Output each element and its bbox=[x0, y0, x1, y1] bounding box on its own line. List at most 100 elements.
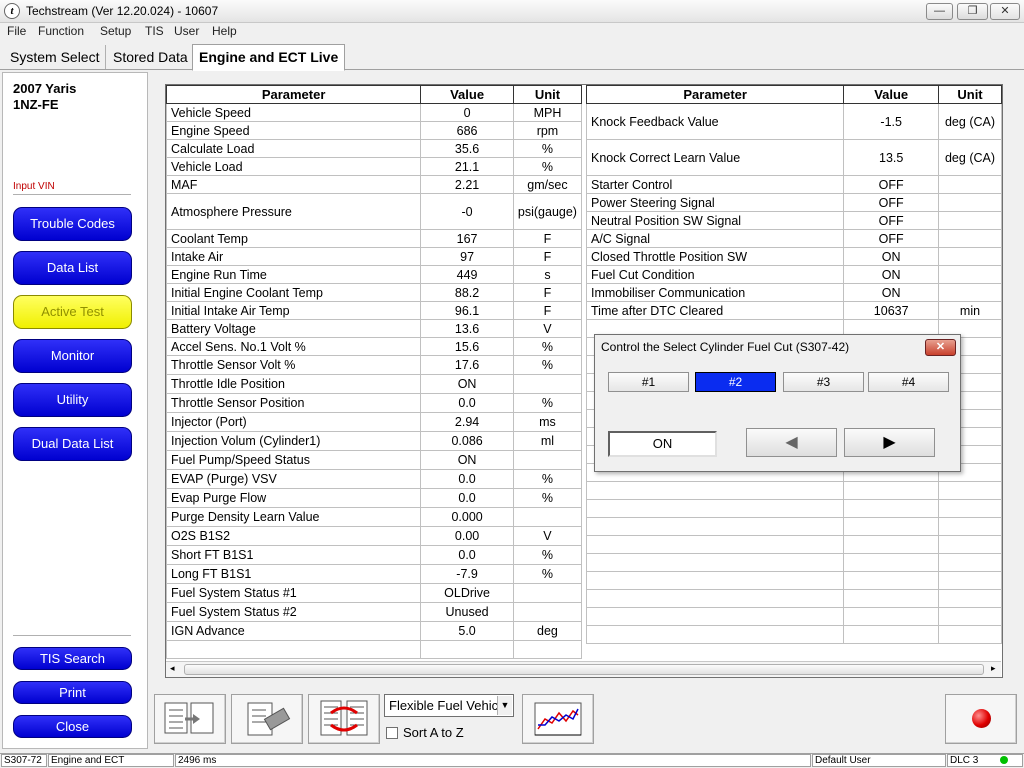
tis-search-button[interactable]: TIS Search bbox=[13, 647, 132, 670]
previous-arrow-icon[interactable]: ◀ bbox=[746, 428, 837, 457]
param-cell: Throttle Sensor Volt % bbox=[165, 355, 422, 375]
monitor-button[interactable]: Monitor bbox=[13, 339, 132, 373]
table-row[interactable]: Vehicle Load 21.1% bbox=[165, 157, 583, 176]
utility-button[interactable]: Utility bbox=[13, 383, 132, 417]
table-row[interactable]: Power Steering Signal OFF bbox=[585, 193, 1002, 212]
table-row[interactable]: Evap Purge Flow 0.0% bbox=[165, 488, 583, 508]
table-row[interactable]: Throttle Idle Position ON bbox=[165, 374, 583, 394]
unit-cell bbox=[938, 247, 1002, 266]
header-row: Parameter Value Unit bbox=[165, 85, 583, 104]
value-header[interactable]: Value bbox=[843, 85, 939, 104]
menu-help[interactable]: Help bbox=[212, 24, 237, 38]
record-button[interactable] bbox=[945, 694, 1017, 744]
table-row[interactable]: Calculate Load 35.6% bbox=[165, 139, 583, 158]
value-cell: OFF bbox=[843, 193, 939, 212]
table-row[interactable]: Fuel Cut Condition ON bbox=[585, 265, 1002, 284]
table-row[interactable]: Initial Intake Air Temp 96.1 F bbox=[165, 301, 583, 320]
scrollbar-thumb[interactable] bbox=[184, 664, 984, 675]
param-cell: Purge Density Learn Value bbox=[165, 507, 422, 527]
unit-header[interactable]: Unit bbox=[512, 85, 583, 104]
cylinder-4-button[interactable]: #4 bbox=[868, 372, 949, 392]
tab-stored-data[interactable]: Stored Data bbox=[107, 45, 195, 69]
chevron-down-icon[interactable]: ▼ bbox=[497, 696, 512, 715]
value-cell: -7.9 bbox=[420, 564, 514, 584]
horizontal-scrollbar[interactable]: ◂ ▸ bbox=[166, 661, 1001, 677]
table-row[interactable]: Coolant Temp 167 F bbox=[165, 229, 583, 248]
menu-user[interactable]: User bbox=[174, 24, 199, 38]
table-row[interactable]: Atmosphere Pressure -0 psi(gauge) bbox=[165, 193, 583, 230]
table-row[interactable]: Battery Voltage 13.6 V bbox=[165, 319, 583, 338]
table-row[interactable]: Vehicle Speed 0 MPH bbox=[165, 103, 583, 122]
table-row[interactable]: Injector (Port) 2.94 ms bbox=[165, 412, 583, 432]
cylinder-2-button[interactable]: #2 bbox=[695, 372, 776, 392]
table-row[interactable]: A/C Signal OFF bbox=[585, 229, 1002, 248]
empty-row bbox=[585, 625, 1002, 644]
tab-engine-and-ect-live[interactable]: Engine and ECT Live bbox=[192, 44, 346, 71]
active-test-button[interactable]: Active Test bbox=[13, 295, 132, 329]
value-cell: ON bbox=[420, 374, 514, 394]
sort-a-to-z-checkbox[interactable] bbox=[386, 727, 398, 739]
value-cell: 21.1 bbox=[420, 157, 514, 176]
menu-function[interactable]: Function bbox=[38, 24, 84, 38]
vehicle-type-select[interactable]: Flexible Fuel Vehicle bbox=[384, 694, 514, 717]
dual-data-list-button[interactable]: Dual Data List bbox=[13, 427, 132, 461]
table-row[interactable]: Engine Run Time 449 s bbox=[165, 265, 583, 284]
parameter-header[interactable]: Parameter bbox=[165, 85, 422, 104]
empty-row bbox=[585, 499, 1002, 518]
cylinder-3-button[interactable]: #3 bbox=[783, 372, 864, 392]
close-button[interactable]: Close bbox=[13, 715, 132, 738]
compare-data-button[interactable] bbox=[308, 694, 380, 744]
table-row[interactable]: Long FT B1S1 -7.9% bbox=[165, 564, 583, 584]
menu-tis[interactable]: TIS bbox=[145, 24, 164, 38]
minimize-icon[interactable]: — bbox=[926, 3, 953, 20]
next-arrow-icon[interactable]: ▶ bbox=[844, 428, 935, 457]
cylinder-1-button[interactable]: #1 bbox=[608, 372, 689, 392]
table-row[interactable]: IGN Advance 5.0 deg bbox=[165, 621, 583, 641]
line-graph-icon bbox=[534, 702, 582, 736]
table-row[interactable]: EVAP (Purge) VSV 0.0% bbox=[165, 469, 583, 489]
table-row[interactable]: Short FT B1S1 0.0% bbox=[165, 545, 583, 565]
parameter-header[interactable]: Parameter bbox=[585, 85, 845, 104]
table-row[interactable]: Starter Control OFF bbox=[585, 175, 1002, 194]
maximize-icon[interactable]: ❐ bbox=[957, 3, 988, 20]
table-row[interactable]: Neutral Position SW Signal OFF bbox=[585, 211, 1002, 230]
table-row[interactable]: Engine Speed 686 rpm bbox=[165, 121, 583, 140]
print-button[interactable]: Print bbox=[13, 681, 132, 704]
table-row[interactable]: Fuel Pump/Speed Status ON bbox=[165, 450, 583, 470]
input-vin-link[interactable]: Input VIN bbox=[13, 181, 55, 192]
close-icon[interactable]: ✕ bbox=[990, 3, 1020, 20]
scroll-right-icon[interactable]: ▸ bbox=[991, 663, 996, 674]
menu-file[interactable]: File bbox=[7, 24, 26, 38]
value-cell: 5.0 bbox=[420, 621, 514, 641]
table-row[interactable]: Throttle Sensor Volt % 17.6% bbox=[165, 355, 583, 375]
table-row[interactable]: O2S B1S2 0.00 V bbox=[165, 526, 583, 546]
table-row[interactable]: Immobiliser Communication ON bbox=[585, 283, 1002, 302]
snapshot-button[interactable] bbox=[231, 694, 303, 744]
table-row[interactable]: Fuel System Status #2 Unused bbox=[165, 602, 583, 622]
table-row[interactable]: Time after DTC Cleared 10637 min bbox=[585, 301, 1002, 320]
table-row[interactable]: Injection Volum (Cylinder1) 0.086 ml bbox=[165, 431, 583, 451]
table-row[interactable]: Purge Density Learn Value 0.000 bbox=[165, 507, 583, 527]
table-row[interactable]: Accel Sens. No.1 Volt % 15.6% bbox=[165, 337, 583, 356]
table-row[interactable]: Closed Throttle Position SW ON bbox=[585, 247, 1002, 266]
table-row[interactable]: Intake Air 97 F bbox=[165, 247, 583, 266]
table-row[interactable]: Fuel System Status #1 OLDrive bbox=[165, 583, 583, 603]
tab-system-select[interactable]: System Select bbox=[4, 45, 107, 69]
trouble-codes-button[interactable]: Trouble Codes bbox=[13, 207, 132, 241]
unit-cell: psi(gauge) bbox=[512, 193, 583, 230]
data-list-settings-button[interactable] bbox=[154, 694, 226, 744]
table-row[interactable]: Throttle Sensor Position 0.0% bbox=[165, 393, 583, 413]
value-header[interactable]: Value bbox=[420, 85, 514, 104]
unit-header[interactable]: Unit bbox=[938, 85, 1002, 104]
dialog-close-icon[interactable]: ✕ bbox=[925, 339, 956, 356]
empty-row bbox=[585, 571, 1002, 590]
table-row[interactable]: Knock Feedback Value -1.5 deg (CA) bbox=[585, 103, 1002, 140]
menu-setup[interactable]: Setup bbox=[100, 24, 131, 38]
data-list-button[interactable]: Data List bbox=[13, 251, 132, 285]
graph-button[interactable] bbox=[522, 694, 594, 744]
param-cell: Fuel Cut Condition bbox=[585, 265, 845, 284]
table-row[interactable]: Knock Correct Learn Value 13.5 deg (CA) bbox=[585, 139, 1002, 176]
table-row[interactable]: MAF 2.21 gm/sec bbox=[165, 175, 583, 194]
table-row[interactable]: Initial Engine Coolant Temp 88.2 F bbox=[165, 283, 583, 302]
scroll-left-icon[interactable]: ◂ bbox=[170, 663, 175, 674]
